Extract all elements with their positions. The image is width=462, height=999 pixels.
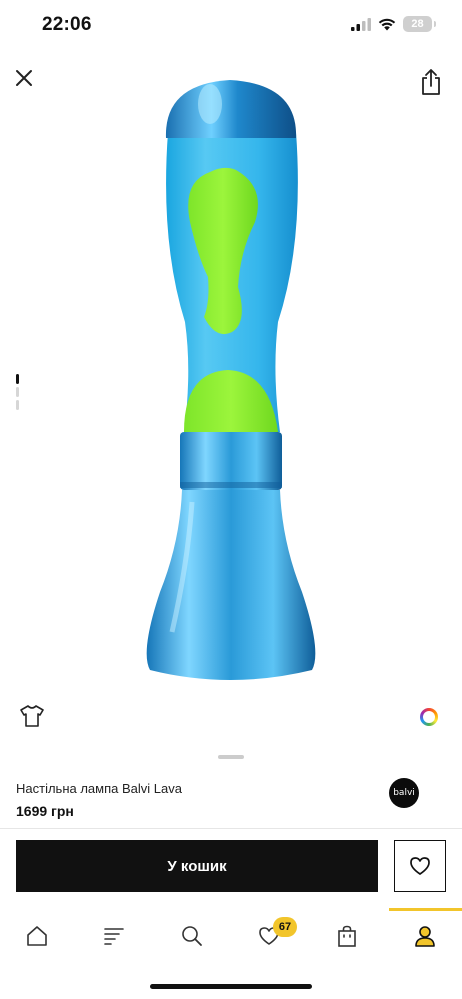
add-to-cart-button[interactable]: У кошик	[16, 840, 378, 892]
add-to-cart-label: У кошик	[167, 857, 227, 875]
wishlist-count-badge: 67	[273, 917, 297, 937]
share-icon	[422, 69, 440, 95]
lamp-base	[146, 490, 316, 680]
status-icons: 28	[351, 16, 436, 32]
size-guide-button[interactable]	[20, 705, 44, 727]
close-button[interactable]	[10, 64, 38, 92]
home-icon	[27, 926, 47, 946]
status-bar: 22:06 28	[0, 0, 462, 50]
lamp-cap	[165, 80, 297, 138]
tab-active-indicator	[389, 908, 462, 911]
tab-bag[interactable]	[327, 918, 367, 954]
color-options-button[interactable]	[420, 708, 438, 726]
pager-dot-active[interactable]	[16, 374, 19, 384]
product-image-lava-lamp[interactable]	[120, 72, 342, 692]
status-time: 22:06	[42, 14, 92, 35]
pager-dot[interactable]	[16, 387, 19, 397]
sheet-handle[interactable]	[218, 755, 244, 759]
brand-name: balvi	[393, 788, 415, 798]
bag-icon	[338, 925, 356, 947]
heart-icon	[410, 857, 430, 875]
tshirt-icon	[20, 705, 44, 727]
divider	[0, 828, 462, 829]
profile-icon	[415, 926, 435, 947]
catalog-icon	[104, 928, 124, 945]
product-title: Настільна лампа Balvi Lava	[16, 781, 182, 796]
wifi-icon	[378, 18, 396, 30]
close-icon	[16, 70, 32, 86]
tab-profile[interactable]	[405, 918, 445, 954]
signal-icon	[351, 17, 371, 31]
brand-logo[interactable]: balvi	[389, 778, 419, 808]
tab-catalog[interactable]	[94, 918, 134, 954]
tab-home[interactable]	[17, 918, 57, 954]
share-button[interactable]	[418, 66, 444, 98]
tab-search[interactable]	[172, 918, 212, 954]
gallery-pager[interactable]	[16, 374, 20, 413]
search-icon	[182, 926, 202, 946]
pager-dot[interactable]	[16, 400, 19, 410]
tab-bar	[0, 908, 462, 968]
home-indicator	[150, 984, 312, 989]
product-price: 1699 грн	[16, 803, 74, 819]
battery-level: 28	[411, 18, 424, 30]
lamp-collar	[180, 432, 282, 490]
battery-icon: 28	[403, 16, 436, 32]
add-to-wishlist-button[interactable]	[394, 840, 446, 892]
